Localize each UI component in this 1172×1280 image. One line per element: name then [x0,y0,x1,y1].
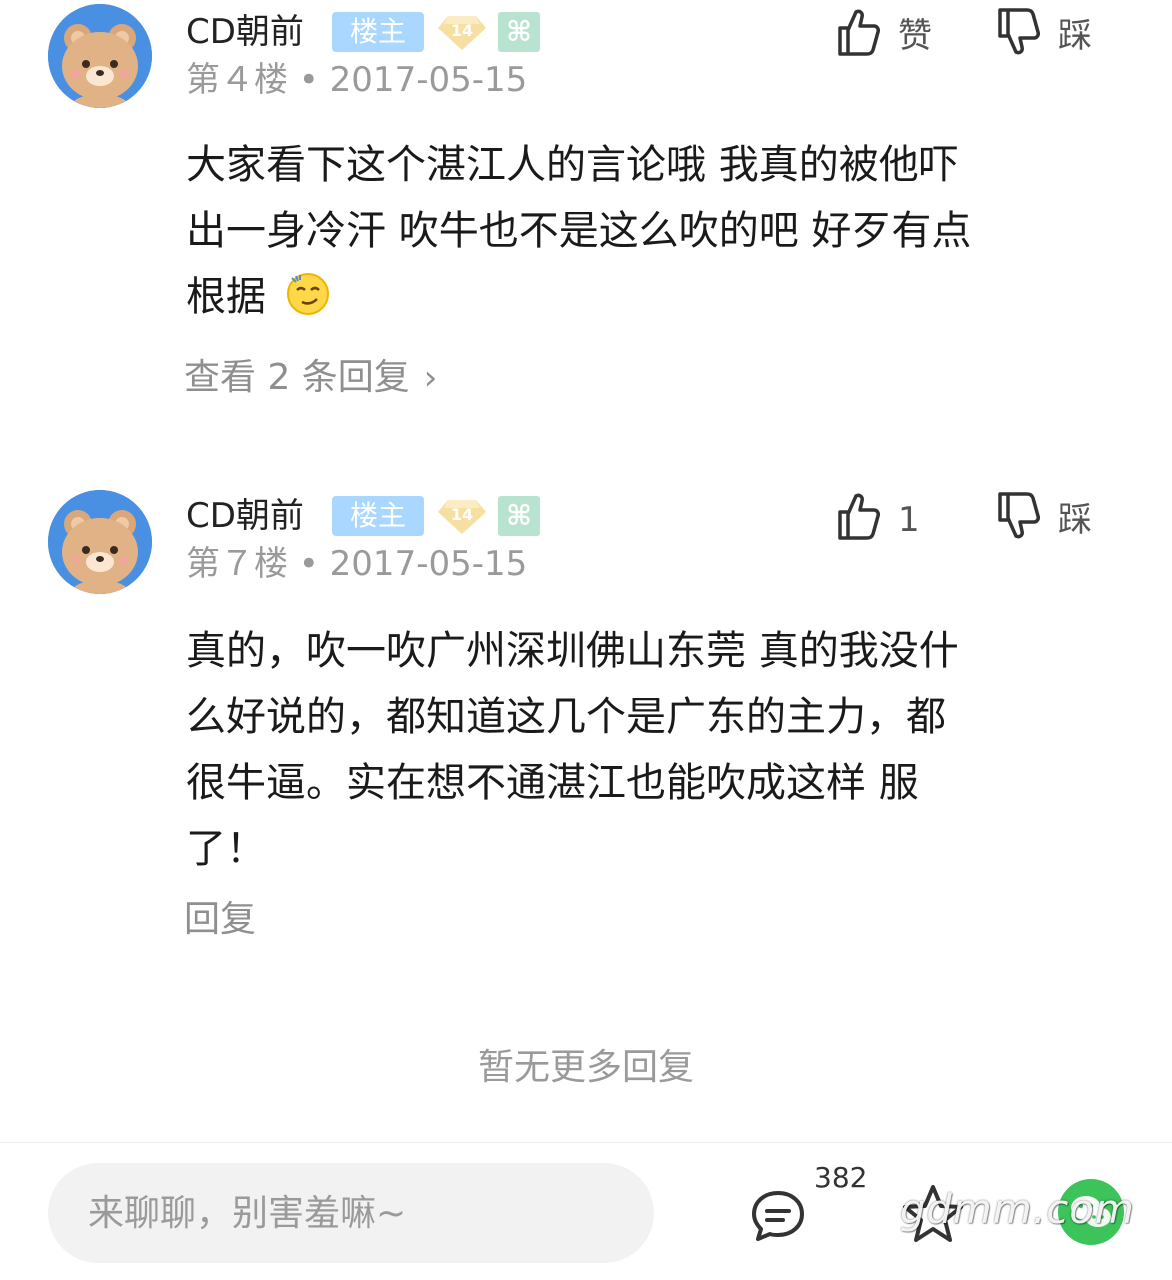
watermark: gdmm.com [900,1187,1135,1233]
content-line: 很牛逼。实在想不通湛江也能吹成这样 服 [186,760,919,806]
like-button[interactable]: 赞 [836,6,946,62]
like-button[interactable]: 1 [836,490,946,546]
comment-icon [752,1191,804,1241]
comment-input[interactable] [88,1189,628,1237]
reply-link[interactable]: 回复 [184,898,256,942]
thumbs-down-icon [998,492,1040,539]
comment-button[interactable] [750,1187,806,1243]
author-name[interactable]: CD朝前 [186,496,304,536]
level-diamond-icon: 14 [438,16,486,50]
level-badge: 14 [436,496,488,536]
content-line: 么好说的，都知道这几个是广东的主力，都 [186,694,946,740]
author-name[interactable]: CD朝前 [186,12,304,52]
avatar-bear-icon [48,490,152,594]
bottom-bar: 382 gdmm.com [0,1142,1172,1280]
dislike-button[interactable]: 踩 [996,490,1106,546]
like-label: 赞 [898,16,932,56]
level-diamond-icon: 14 [438,500,486,534]
floor-date: 第４楼 • 2017-05-15 [186,60,528,100]
dislike-label: 踩 [1058,500,1092,540]
no-more-replies: 暂无更多回复 [477,1047,694,1088]
view-replies-link[interactable]: 查看 2 条回复 › [184,356,437,400]
chevron-right-icon: › [423,358,438,398]
dislike-label: 踩 [1058,16,1092,56]
content-line-last: 根据 [186,264,1086,330]
thumbs-up-icon [838,9,880,56]
comment-content: 真的，吹一吹广州深圳佛山东莞 真的我没什 么好说的，都知道这几个是广东的主力，都… [186,618,1086,882]
host-tag: 楼主 [332,496,424,536]
dislike-button[interactable]: 踩 [996,6,1106,62]
avatar[interactable] [48,490,152,594]
achievement-badge: ⌘ [498,12,540,52]
content-line: 了！ [186,826,266,872]
level-badge: 14 [436,12,488,52]
avatar-bear-icon [48,4,152,108]
content-line: 大家看下这个湛江人的言论哦 我真的被他吓 [186,142,959,188]
thumbs-up-icon [838,493,880,540]
comment-count: 382 [814,1161,868,1194]
comment-input-box[interactable] [48,1163,654,1263]
achievement-badge: ⌘ [498,496,540,536]
level-number: 14 [451,21,473,40]
content-line-text: 根据 [186,274,266,320]
host-tag: 楼主 [332,12,424,52]
floor-date: 第７楼 • 2017-05-15 [186,544,528,584]
content-line: 出一身冷汗 吹牛也不是这么吹的吧 好歹有点 [186,208,972,254]
view-replies-label: 查看 2 条回复 [184,357,410,398]
thumbs-down-icon [998,8,1040,55]
level-number: 14 [451,505,473,524]
avatar[interactable] [48,4,152,108]
comment-content: 大家看下这个湛江人的言论哦 我真的被他吓 出一身冷汗 吹牛也不是这么吹的吧 好歹… [186,132,1086,330]
like-count: 1 [898,500,920,540]
smirk-emoji-icon [286,272,330,316]
content-line: 真的，吹一吹广州深圳佛山东莞 真的我没什 [186,628,959,674]
